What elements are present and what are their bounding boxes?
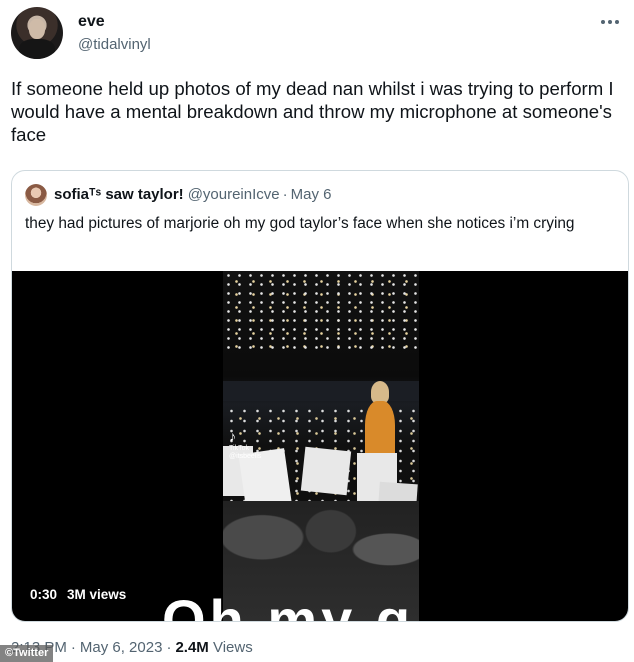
twitter-watermark: ©Twitter	[0, 645, 54, 662]
tweet: eve @tidalvinyl If someone held up photo…	[0, 0, 634, 662]
quoted-author-handle[interactable]: @youreinIcve	[188, 186, 280, 203]
tweet-author-name[interactable]: eve	[78, 13, 105, 31]
tiktok-label: TikTok	[229, 445, 249, 452]
tweet-date[interactable]: May 6, 2023	[80, 639, 163, 656]
video-frame: ♪ TikTok @itsbeelis	[223, 271, 419, 621]
quoted-author-name[interactable]: sofiaᵀˢ saw taylor!	[54, 186, 184, 203]
footer-separator: ·	[166, 639, 172, 656]
video-player[interactable]: ♪ TikTok @itsbeelis Oh my g 0:30 3M views	[12, 271, 628, 622]
avatar-shirt	[19, 39, 55, 59]
quoted-author-avatar[interactable]	[25, 184, 47, 206]
quoted-tweet-header: sofiaᵀˢ saw taylor! @youreinIcve · May 6	[54, 186, 331, 203]
more-dots-icon[interactable]	[598, 14, 622, 30]
video-caption-overlay: Oh my g	[162, 588, 415, 622]
tiktok-handle: @itsbeelis	[229, 453, 262, 460]
tweet-author-handle[interactable]: @tidalvinyl	[78, 36, 151, 53]
user-avatar[interactable]	[11, 7, 63, 59]
tiktok-watermark: ♪ TikTok @itsbeelis	[229, 429, 265, 461]
footer-separator: ·	[70, 639, 76, 656]
quoted-tweet[interactable]: sofiaᵀˢ saw taylor! @youreinIcve · May 6 th…	[11, 170, 629, 622]
phone-lights-top	[223, 271, 419, 351]
held-photo	[300, 446, 352, 496]
video-views: 3M views	[67, 587, 127, 602]
video-duration: 0:30	[30, 587, 58, 602]
video-meta: 0:30 3M views	[30, 587, 126, 602]
tweet-view-count: 2.4M	[175, 639, 209, 656]
tweet-text: If someone held up photos of my dead nan…	[11, 78, 614, 145]
avatar-face	[29, 19, 45, 39]
tiktok-icon: ♪	[229, 428, 236, 444]
quoted-tweet-text: they had pictures of marjorie oh my god …	[25, 215, 575, 232]
tweet-views-label: Views	[212, 639, 253, 656]
quoted-separator: ·	[282, 186, 288, 203]
quoted-date[interactable]: May 6	[291, 186, 332, 203]
